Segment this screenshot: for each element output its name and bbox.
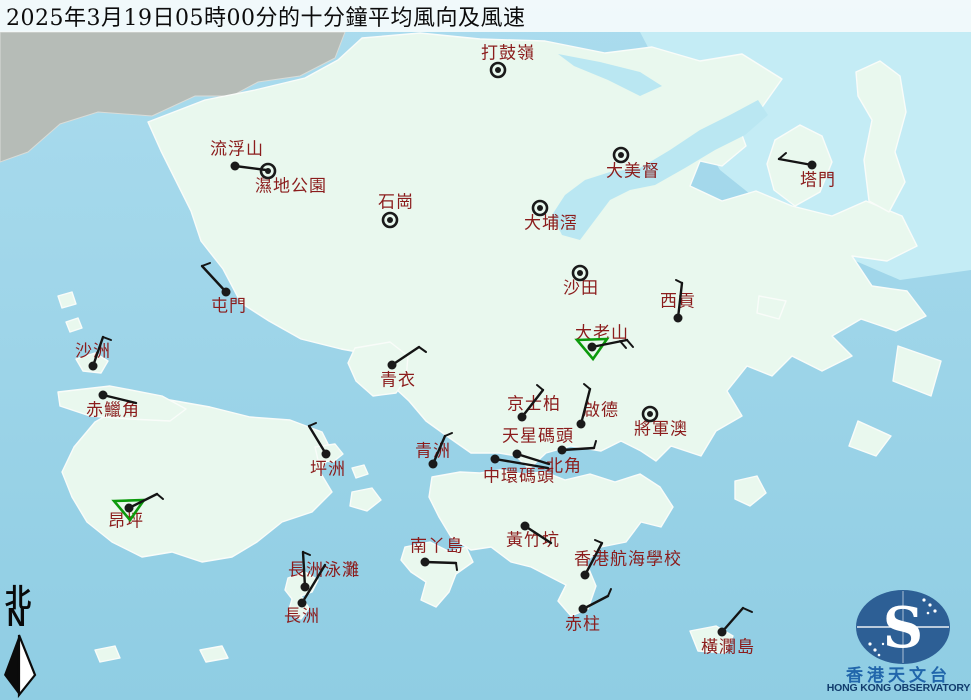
station-dot [222,288,231,297]
wind-barb-shaft [562,448,594,450]
wind-barb-shaft [309,426,326,454]
wind-barb-shaft [522,390,543,417]
wind-barb-shaft [433,436,445,464]
wind-barb-shaft [779,159,812,165]
hko-logo: S 香港天文台 HONG KONG OBSERVATORY [826,580,971,700]
compass: 北 N [0,578,44,700]
wind-barb-tick [202,263,210,266]
wind-barb-tick [419,347,426,352]
station-dot [322,450,331,459]
wind-barb-tick [537,385,543,390]
calm-wind-center-dot [265,168,271,174]
calm-wind-center-dot [618,152,624,158]
station-dot [89,362,98,371]
calm-wind-center-dot [387,217,393,223]
station-dot [231,162,240,171]
wind-barb-tick [676,280,682,283]
wind-barb-tick [779,153,786,159]
wind-barb-shaft [585,543,602,575]
station-dot [808,161,817,170]
calm-wind-center-dot [577,270,583,276]
station-dot [588,343,597,352]
station-dot [429,460,438,469]
station-dot [388,361,397,370]
station-dot [99,391,108,400]
wind-barb-shaft [425,562,456,563]
wind-barb-shaft [525,526,551,543]
wind-barb-tick [743,608,752,612]
map-title: 2025年3月19日05時00分的十分鐘平均風向及風速 [0,0,525,32]
title-bar: 2025年3月19日05時00分的十分鐘平均風向及風速 [0,0,971,32]
station-dot [298,599,307,608]
station-dot [558,446,567,455]
station-dot [581,571,590,580]
wind-barb-tick [608,589,611,596]
station-dot [518,413,527,422]
station-dot [579,605,588,614]
wind-barb-tick [595,540,602,543]
station-dot [513,450,522,459]
svg-text:S: S [883,595,923,661]
wind-barb-tick [584,384,590,389]
station-dot [521,522,530,531]
wind-barb-tick [445,433,452,436]
wind-map-page: 打鼓嶺流浮山濕地公園石崗大美督塔門大埔滘沙田屯門西貢大老山沙洲青衣赤鱲角京士柏啟… [0,0,971,700]
wind-barb-shaft [678,283,682,318]
station-dot [301,583,310,592]
station-dot [125,504,134,513]
wind-barb-tick [620,341,626,348]
wind-barb-tick [103,337,111,340]
station-dot [674,314,683,323]
calm-wind-center-dot [495,67,501,73]
calm-wind-center-dot [537,205,543,211]
wind-barb-shaft [202,266,226,292]
wind-barb-shaft [93,337,103,366]
wind-barb-shaft [303,552,305,587]
wind-barb-tick [594,441,596,448]
calm-wind-center-dot [647,411,653,417]
wind-barb-shaft [392,347,419,365]
north-arrow-icon [0,628,44,700]
hko-name-english: HONG KONG OBSERVATORY [826,682,971,694]
wind-barb-tick [456,563,457,570]
station-dot [577,420,586,429]
wind-barb-tick [627,340,633,347]
station-dot [421,558,430,567]
station-dot [718,628,727,637]
wind-barb-shaft [581,389,590,424]
wind-barb-tick [157,494,163,499]
station-dot [491,455,500,464]
wind-barb-tick [309,423,316,426]
wind-barb-shaft [103,395,136,403]
wind-barb-shaft [722,608,743,632]
